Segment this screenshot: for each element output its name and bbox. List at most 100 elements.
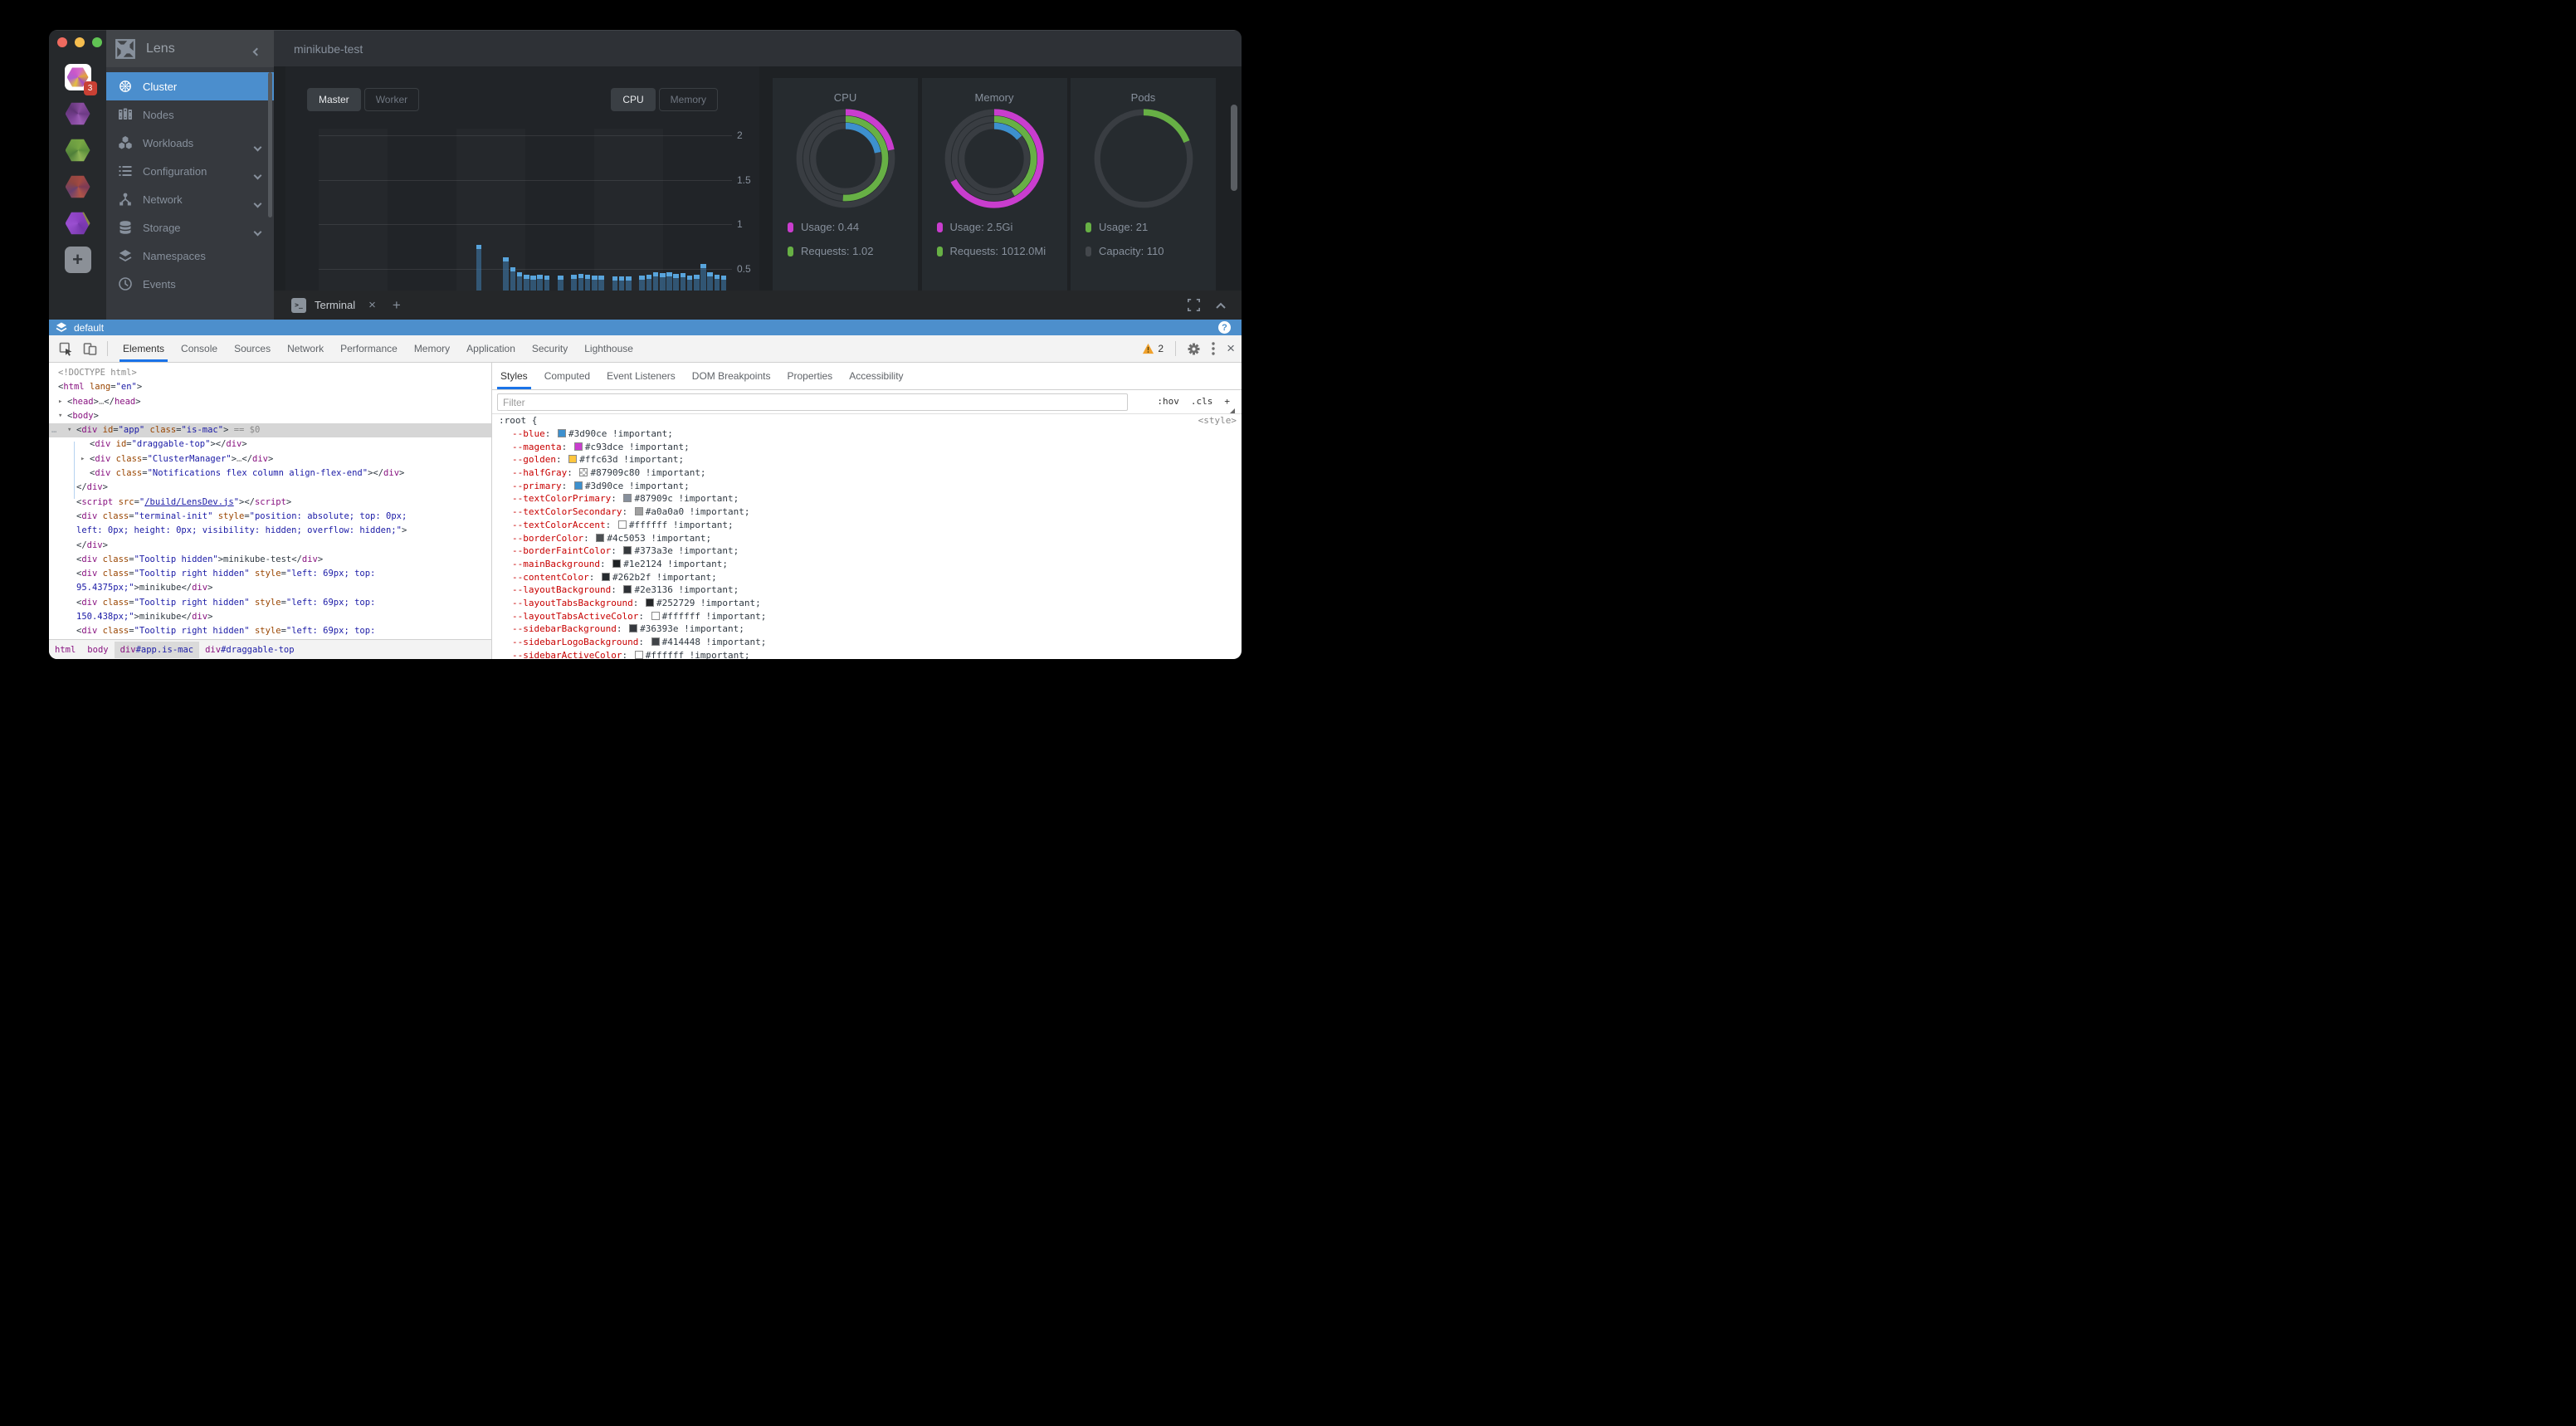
color-swatch-icon[interactable] bbox=[651, 612, 660, 620]
css-selector[interactable]: :root { bbox=[499, 414, 537, 427]
css-property-row[interactable]: --layoutTabsBackground: #252729 !importa… bbox=[492, 597, 1242, 610]
color-swatch-icon[interactable] bbox=[574, 481, 583, 490]
expand-arrow-icon[interactable]: ▸ bbox=[58, 395, 62, 409]
styles-filter-input[interactable] bbox=[497, 393, 1128, 411]
metric-tab-cpu-button[interactable]: CPU bbox=[611, 88, 655, 111]
devtools-tab-network[interactable]: Network bbox=[279, 335, 332, 362]
terminal-add-button[interactable]: + bbox=[393, 297, 401, 314]
style-source-link[interactable]: <style> bbox=[1198, 414, 1242, 427]
sidebar-item-events[interactable]: Events bbox=[106, 270, 274, 298]
sidebar-item-storage[interactable]: Storage bbox=[106, 213, 274, 242]
css-property-row[interactable]: --contentColor: #262b2f !important; bbox=[492, 571, 1242, 584]
sidebar-item-namespaces[interactable]: Namespaces bbox=[106, 242, 274, 270]
color-swatch-icon[interactable] bbox=[623, 494, 632, 502]
content-scrollbar[interactable] bbox=[1231, 105, 1237, 191]
color-swatch-icon[interactable] bbox=[602, 573, 610, 581]
metric-tab-memory-button[interactable]: Memory bbox=[659, 88, 718, 111]
terminal-tab[interactable]: Terminal bbox=[315, 299, 355, 311]
devtools-tab-application[interactable]: Application bbox=[458, 335, 524, 362]
dom-tree-row[interactable]: <html lang="en"> bbox=[49, 380, 491, 394]
css-property-row[interactable]: --sidebarLogoBackground: #414448 !import… bbox=[492, 636, 1242, 649]
cluster-rail-item-cluster-green[interactable] bbox=[65, 137, 91, 164]
devtools-close-button[interactable]: × bbox=[1227, 340, 1235, 357]
sidebar-scrollbar[interactable] bbox=[268, 72, 272, 217]
color-swatch-icon[interactable] bbox=[574, 442, 583, 451]
help-button[interactable]: ? bbox=[1218, 321, 1231, 334]
dom-tree-row[interactable]: <div class="Tooltip right hidden" style=… bbox=[49, 567, 491, 581]
pseudo-state-button[interactable]: + bbox=[1224, 396, 1230, 407]
color-swatch-icon[interactable] bbox=[568, 455, 577, 463]
chevron-up-icon[interactable] bbox=[1215, 301, 1227, 309]
css-property-row[interactable]: --borderFaintColor: #373a3e !important; bbox=[492, 545, 1242, 558]
color-swatch-icon[interactable] bbox=[635, 507, 643, 515]
color-swatch-icon[interactable] bbox=[612, 559, 621, 568]
terminal-close-button[interactable]: × bbox=[368, 298, 376, 312]
color-swatch-icon[interactable] bbox=[618, 520, 627, 529]
color-swatch-icon[interactable] bbox=[635, 651, 643, 659]
collapse-arrow-icon[interactable]: ▾ bbox=[58, 409, 62, 423]
color-swatch-icon[interactable] bbox=[629, 624, 637, 632]
cluster-rail-item-cluster-violet[interactable] bbox=[65, 210, 91, 237]
cluster-rail-item-cluster-purple[interactable] bbox=[65, 100, 91, 127]
styles-tab-accessibility[interactable]: Accessibility bbox=[841, 363, 911, 389]
color-swatch-icon[interactable] bbox=[579, 468, 588, 476]
cluster-rail-item-cluster-red[interactable] bbox=[65, 173, 91, 200]
sidebar-collapse-button[interactable] bbox=[254, 44, 264, 54]
inspect-element-icon[interactable] bbox=[59, 342, 73, 356]
dom-tree-row[interactable]: <div class="Notifications flex column al… bbox=[49, 466, 491, 481]
cluster-rail-item-active-cluster[interactable]: 3 bbox=[65, 64, 91, 90]
css-property-row[interactable]: --golden: #ffc63d !important; bbox=[492, 453, 1242, 466]
sidebar-item-network[interactable]: Network bbox=[106, 185, 274, 213]
devtools-tab-performance[interactable]: Performance bbox=[332, 335, 406, 362]
more-options-kebab-icon[interactable] bbox=[1212, 342, 1215, 355]
color-swatch-icon[interactable] bbox=[646, 598, 654, 607]
color-swatch-icon[interactable] bbox=[596, 534, 604, 542]
node-filter-worker-button[interactable]: Worker bbox=[364, 88, 419, 111]
dom-tree-row[interactable]: <script src="/build/LensDev.js"></script… bbox=[49, 496, 491, 510]
fullscreen-icon[interactable] bbox=[1188, 299, 1200, 311]
color-swatch-icon[interactable] bbox=[623, 585, 632, 593]
add-cluster-button[interactable]: + bbox=[65, 247, 91, 273]
css-property-row[interactable]: --textColorSecondary: #a0a0a0 !important… bbox=[492, 505, 1242, 519]
css-property-row[interactable]: --layoutBackground: #2e3136 !important; bbox=[492, 584, 1242, 597]
styles-tab-styles[interactable]: Styles bbox=[492, 363, 536, 389]
settings-gear-icon[interactable] bbox=[1188, 343, 1200, 355]
dom-tree-row[interactable]: </div> bbox=[49, 481, 491, 495]
dom-tree-row[interactable]: <div class="Tooltip hidden">minikube-tes… bbox=[49, 553, 491, 567]
node-filter-master-button[interactable]: Master bbox=[307, 88, 361, 111]
css-property-row[interactable]: --halfGray: #87909c80 !important; bbox=[492, 466, 1242, 480]
css-property-row[interactable]: --borderColor: #4c5053 !important; bbox=[492, 532, 1242, 545]
warnings-indicator[interactable]: 2 bbox=[1142, 343, 1164, 354]
css-property-row[interactable]: --blue: #3d90ce !important; bbox=[492, 427, 1242, 441]
styles-tab-event-listeners[interactable]: Event Listeners bbox=[598, 363, 684, 389]
dom-tree-row[interactable]: </div> bbox=[49, 539, 491, 553]
dom-tree-row[interactable]: 150.438px;">minikube</div> bbox=[49, 610, 491, 624]
styles-tab-dom-breakpoints[interactable]: DOM Breakpoints bbox=[684, 363, 779, 389]
breadcrumb-item[interactable]: div#app.is-mac bbox=[115, 642, 200, 658]
close-window-button[interactable] bbox=[57, 37, 67, 47]
breadcrumb-item[interactable]: div#draggable-top bbox=[199, 642, 300, 658]
breadcrumb-item[interactable]: html bbox=[49, 642, 81, 658]
color-swatch-icon[interactable] bbox=[558, 429, 566, 437]
styles-tab-computed[interactable]: Computed bbox=[536, 363, 598, 389]
devtools-tab-elements[interactable]: Elements bbox=[115, 335, 173, 362]
css-property-row[interactable]: --magenta: #c93dce !important; bbox=[492, 441, 1242, 454]
dom-tree-row[interactable]: ▸<head>…</head> bbox=[49, 395, 491, 409]
sidebar-item-nodes[interactable]: Nodes bbox=[106, 100, 274, 129]
pseudo-state-button[interactable]: .cls bbox=[1191, 396, 1213, 407]
styles-tab-properties[interactable]: Properties bbox=[778, 363, 841, 389]
dom-tree-row[interactable]: <!DOCTYPE html> bbox=[49, 366, 491, 380]
sidebar-item-configuration[interactable]: Configuration bbox=[106, 157, 274, 185]
dom-tree-row[interactable]: left: 0px; height: 0px; visibility: hidd… bbox=[49, 524, 491, 538]
css-property-row[interactable]: --layoutTabsActiveColor: #ffffff !import… bbox=[492, 610, 1242, 623]
expand-arrow-icon[interactable]: ▸ bbox=[80, 452, 85, 466]
devtools-tab-memory[interactable]: Memory bbox=[406, 335, 458, 362]
dom-tree-row[interactable]: …▾<div id="app" class="is-mac"> == $0 bbox=[49, 423, 491, 437]
devtools-tab-lighthouse[interactable]: Lighthouse bbox=[576, 335, 642, 362]
color-swatch-icon[interactable] bbox=[623, 546, 632, 554]
color-swatch-icon[interactable] bbox=[651, 637, 660, 646]
devtools-tab-sources[interactable]: Sources bbox=[226, 335, 279, 362]
dom-tree-row[interactable]: ▾<body> bbox=[49, 409, 491, 423]
dom-tree-row[interactable]: <div class="Tooltip right hidden" style=… bbox=[49, 624, 491, 638]
namespace-bar[interactable]: default ? bbox=[49, 320, 1242, 335]
